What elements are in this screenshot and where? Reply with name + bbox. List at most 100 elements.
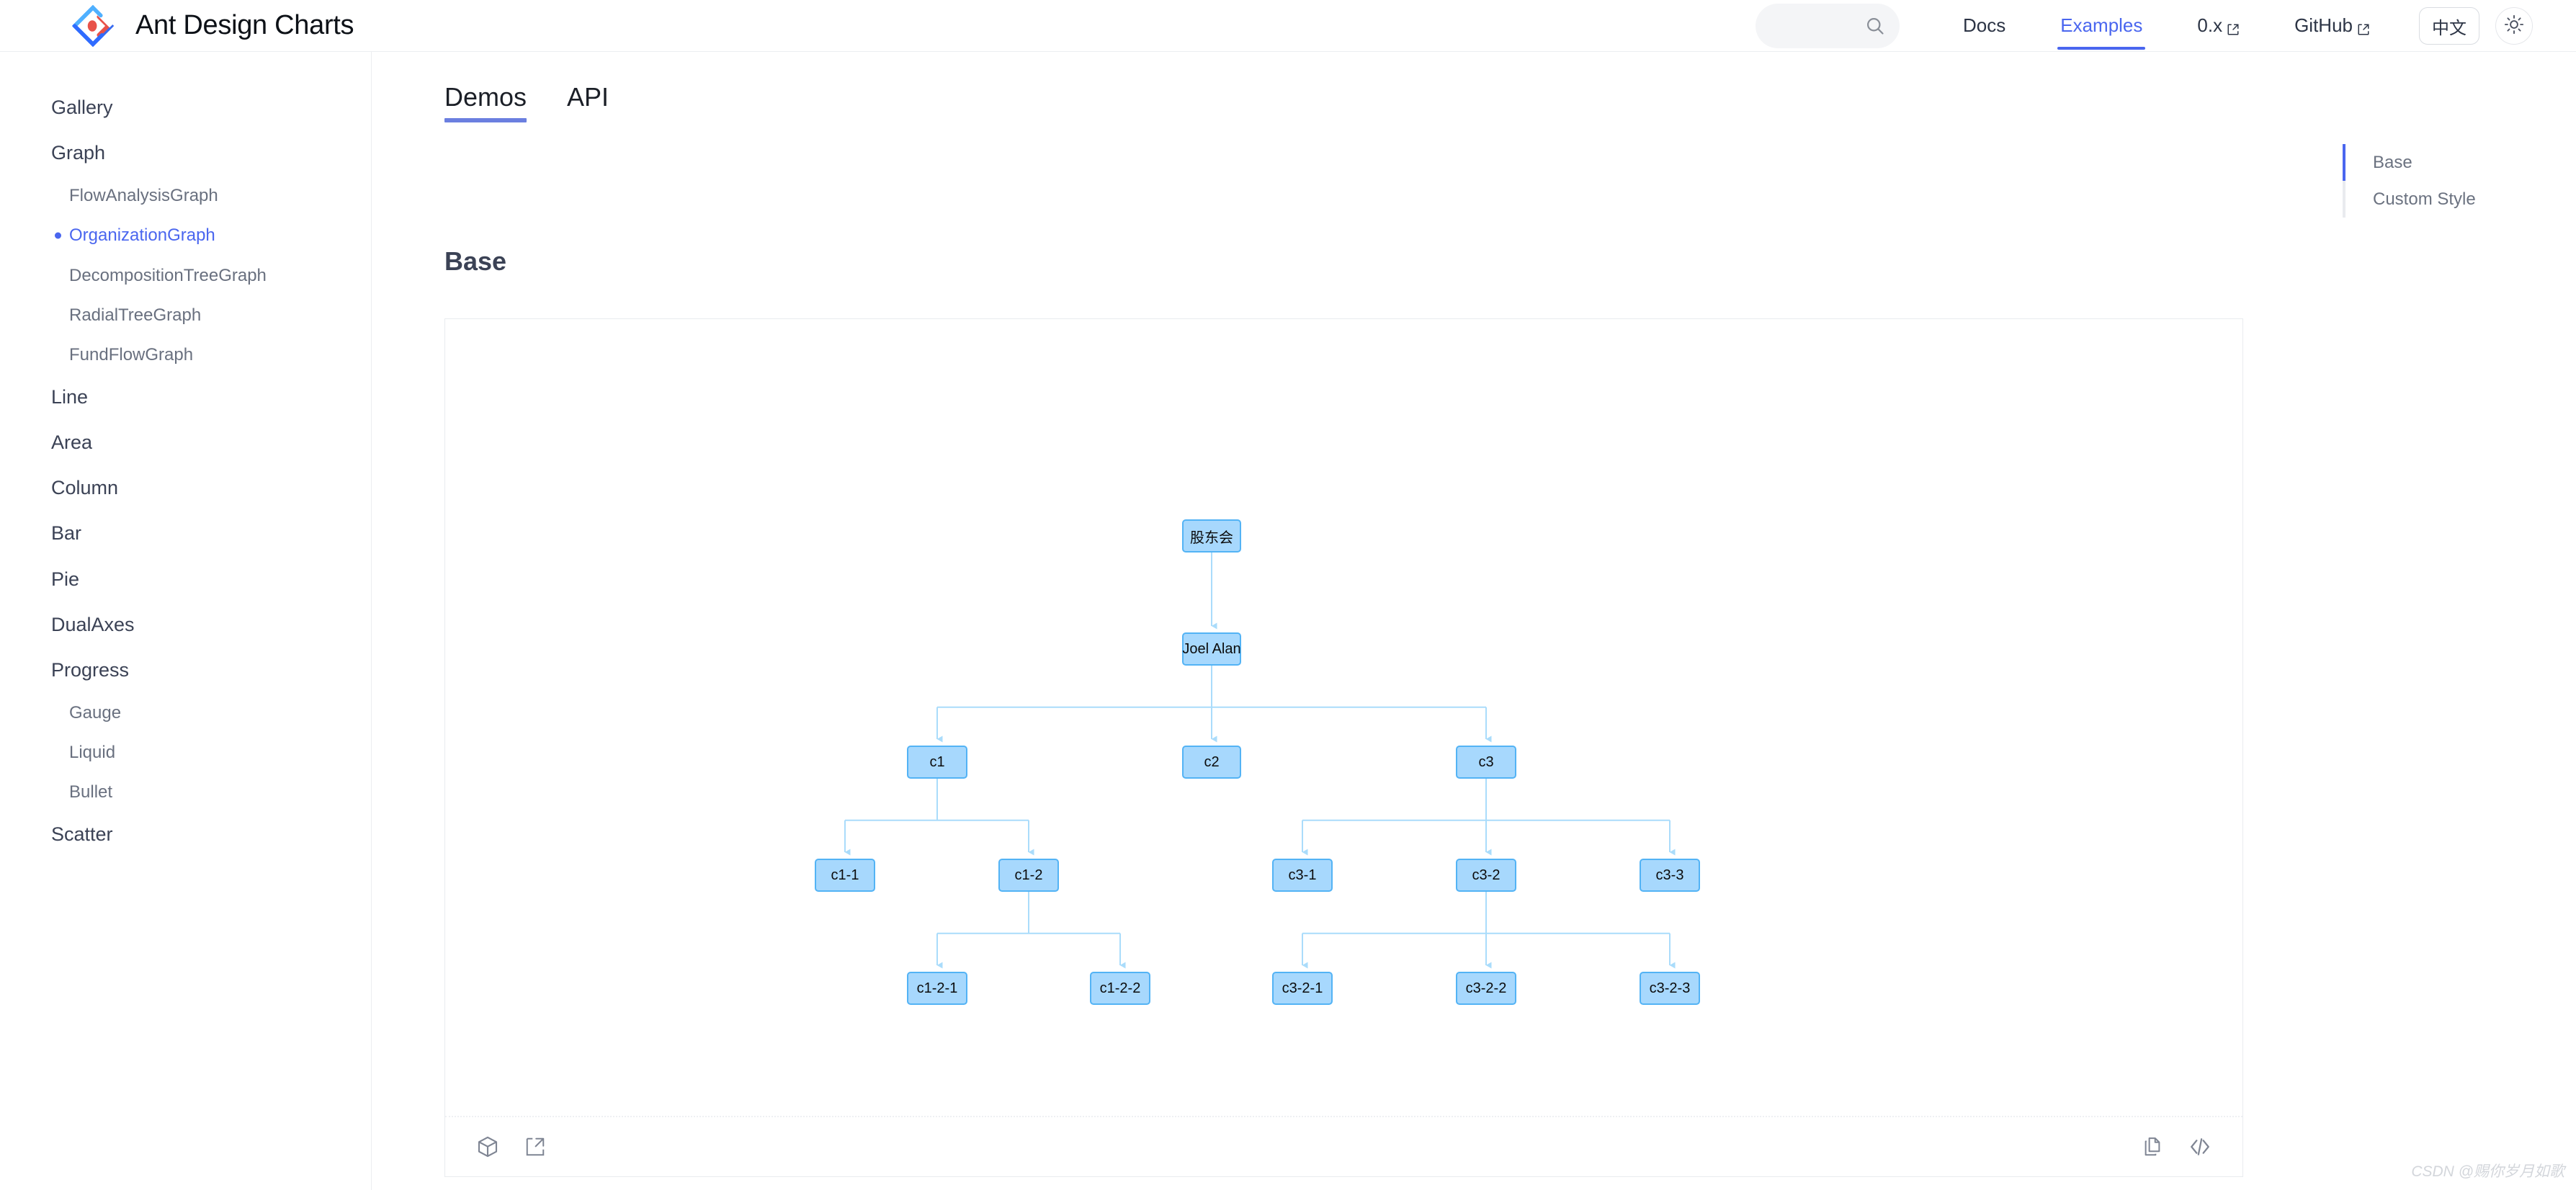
graph-node[interactable]: c3-1 bbox=[1272, 859, 1333, 892]
sidebar-item-label: Progress bbox=[51, 658, 130, 681]
graph-node[interactable]: c1 bbox=[907, 746, 967, 779]
nav-item-docs[interactable]: Docs bbox=[1963, 14, 2005, 38]
nav-item-label: Examples bbox=[2060, 14, 2143, 36]
graph-node[interactable]: c1-2-1 bbox=[907, 972, 967, 1005]
sidebar-item-label: Graph bbox=[51, 142, 106, 164]
sidebar-item-label: DecompositionTreeGraph bbox=[69, 265, 267, 285]
tab-label: Demos bbox=[444, 82, 527, 112]
chart-toolbar-right bbox=[2140, 1135, 2212, 1159]
sidebar-item-progress[interactable]: Progress bbox=[0, 648, 371, 693]
toc-item-base[interactable]: Base bbox=[2343, 144, 2573, 182]
graph-node[interactable]: c3-2-3 bbox=[1640, 972, 1700, 1005]
sidebar-item-liquid[interactable]: Liquid bbox=[0, 733, 371, 772]
sidebar-item-fundflowgraph[interactable]: FundFlowGraph bbox=[0, 335, 371, 375]
graph-node-label: c3-2-1 bbox=[1282, 980, 1323, 996]
search-icon bbox=[1865, 16, 1885, 36]
graph-node[interactable]: c1-2 bbox=[998, 859, 1059, 892]
page-title: Base bbox=[444, 246, 507, 276]
sidebar-item-label: DualAxes bbox=[51, 613, 135, 635]
graph-node-label: c3-3 bbox=[1655, 867, 1684, 883]
graph-node-label: c3-2 bbox=[1472, 867, 1501, 883]
search-box[interactable] bbox=[1755, 4, 1900, 48]
graph-edges-layer bbox=[844, 552, 1676, 969]
nav-item-github[interactable]: GitHub bbox=[2294, 14, 2370, 38]
graph-node-label: c3-2-2 bbox=[1465, 980, 1507, 996]
sidebar-item-pie[interactable]: Pie bbox=[0, 557, 371, 602]
nav-item-0x[interactable]: 0.x bbox=[2197, 14, 2240, 38]
graph-node[interactable]: Joel Alan bbox=[1182, 632, 1241, 666]
sidebar-item-label: Scatter bbox=[51, 823, 113, 846]
sidebar-item-label: RadialTreeGraph bbox=[69, 305, 202, 325]
graph-node-label: c1-2-1 bbox=[916, 980, 958, 996]
sidebar-item-radialtreegraph[interactable]: RadialTreeGraph bbox=[0, 295, 371, 335]
graph-node[interactable]: c3-2-1 bbox=[1272, 972, 1333, 1005]
sidebar-item-organizationgraph[interactable]: OrganizationGraph bbox=[0, 215, 371, 255]
sidebar-item-column[interactable]: Column bbox=[0, 465, 371, 511]
sidebar-item-flowanalysisgraph[interactable]: FlowAnalysisGraph bbox=[0, 176, 371, 215]
graph-node[interactable]: c1-2-2 bbox=[1090, 972, 1150, 1005]
brand-title: Ant Design Charts bbox=[135, 10, 354, 40]
sidebar-item-gauge[interactable]: Gauge bbox=[0, 693, 371, 733]
graph-node[interactable]: c2 bbox=[1182, 746, 1241, 779]
sidebar-item-scatter[interactable]: Scatter bbox=[0, 812, 371, 857]
header-right: Docs Examples 0.x GitHub 中文 bbox=[1755, 0, 2576, 52]
graph-node-label: c1-2-2 bbox=[1099, 980, 1141, 996]
external-link-icon bbox=[2357, 19, 2370, 35]
language-toggle-button[interactable]: 中文 bbox=[2419, 7, 2479, 45]
toc-item-custom-style[interactable]: Custom Style bbox=[2343, 181, 2573, 218]
sidebar-item-label: Area bbox=[51, 431, 93, 454]
graph-node-label: c1 bbox=[929, 753, 945, 770]
graph-node-label: c3-1 bbox=[1288, 867, 1317, 883]
graph-node[interactable]: c1-1 bbox=[815, 859, 875, 892]
graph-node-label: c3-2-3 bbox=[1649, 980, 1691, 996]
graph-node[interactable]: 股东会 bbox=[1182, 519, 1241, 552]
nav-item-label: GitHub bbox=[2294, 14, 2353, 36]
primary-nav: Docs Examples 0.x GitHub bbox=[1936, 14, 2397, 50]
nav-item-label: 0.x bbox=[2197, 14, 2223, 36]
sidebar-item-label: OrganizationGraph bbox=[69, 225, 215, 246]
graph-node[interactable]: c3-2 bbox=[1456, 859, 1516, 892]
site-header: Ant Design Charts Docs Examples 0.x GitH… bbox=[0, 0, 2576, 52]
external-link-icon[interactable] bbox=[523, 1135, 547, 1159]
sidebar-item-decompositiontreegraph[interactable]: DecompositionTreeGraph bbox=[0, 256, 371, 295]
ant-design-charts-logo-icon bbox=[71, 4, 115, 47]
sidebar-item-bullet[interactable]: Bullet bbox=[0, 772, 371, 812]
tab-api[interactable]: API bbox=[567, 82, 609, 122]
graph-node[interactable]: c3-2-2 bbox=[1456, 972, 1516, 1005]
theme-toggle-button[interactable] bbox=[2495, 7, 2533, 45]
sidebar-item-label: Bar bbox=[51, 522, 82, 545]
nav-item-examples[interactable]: Examples bbox=[2057, 14, 2146, 50]
tab-demos[interactable]: Demos bbox=[444, 82, 527, 122]
toc-item-label: Custom Style bbox=[2373, 189, 2476, 210]
brand[interactable]: Ant Design Charts bbox=[71, 4, 354, 47]
sidebar-item-label: Liquid bbox=[69, 742, 116, 762]
sidebar-item-dualaxes[interactable]: DualAxes bbox=[0, 602, 371, 648]
toc-item-label: Base bbox=[2373, 153, 2412, 172]
sidebar-item-gallery[interactable]: Gallery bbox=[0, 85, 371, 130]
graph-node-label: c3 bbox=[1478, 753, 1494, 770]
sidebar-item-label: Gallery bbox=[51, 97, 113, 118]
graph-node[interactable]: c3-3 bbox=[1640, 859, 1700, 892]
sidebar-item-line[interactable]: Line bbox=[0, 375, 371, 420]
external-link-icon bbox=[2227, 19, 2240, 35]
chart-toolbar-left bbox=[475, 1135, 547, 1159]
organization-graph-canvas[interactable]: 股东会 Joel Alan c1 c2 c3 c1-1 c1-2 c3-1 c3-2 c3-3 c1… bbox=[445, 319, 2242, 1116]
sidebar-item-label: Line bbox=[51, 386, 89, 408]
graph-node[interactable]: c3 bbox=[1456, 746, 1516, 779]
copy-icon[interactable] bbox=[2140, 1135, 2165, 1159]
nav-item-label: Docs bbox=[1962, 14, 2006, 36]
page-root: Ant Design Charts Docs Examples 0.x GitH… bbox=[0, 0, 2576, 1190]
left-sidebar[interactable]: Gallery Graph FlowAnalysisGraph Organiza… bbox=[0, 52, 372, 1190]
sidebar-item-graph[interactable]: Graph bbox=[0, 130, 371, 176]
sidebar-item-label: Bullet bbox=[69, 782, 113, 802]
sidebar-item-label: Gauge bbox=[69, 702, 122, 722]
language-toggle-label: 中文 bbox=[2432, 18, 2467, 38]
sidebar-item-label: FlowAnalysisGraph bbox=[69, 186, 218, 206]
sidebar-item-label: Column bbox=[51, 477, 119, 499]
sidebar-item-bar[interactable]: Bar bbox=[0, 511, 371, 556]
graph-node-label: c2 bbox=[1204, 753, 1220, 770]
code-icon[interactable] bbox=[2188, 1135, 2212, 1159]
graph-node-label: c1-2 bbox=[1014, 867, 1043, 883]
sidebar-item-area[interactable]: Area bbox=[0, 420, 371, 465]
codesandbox-icon[interactable] bbox=[475, 1135, 500, 1159]
